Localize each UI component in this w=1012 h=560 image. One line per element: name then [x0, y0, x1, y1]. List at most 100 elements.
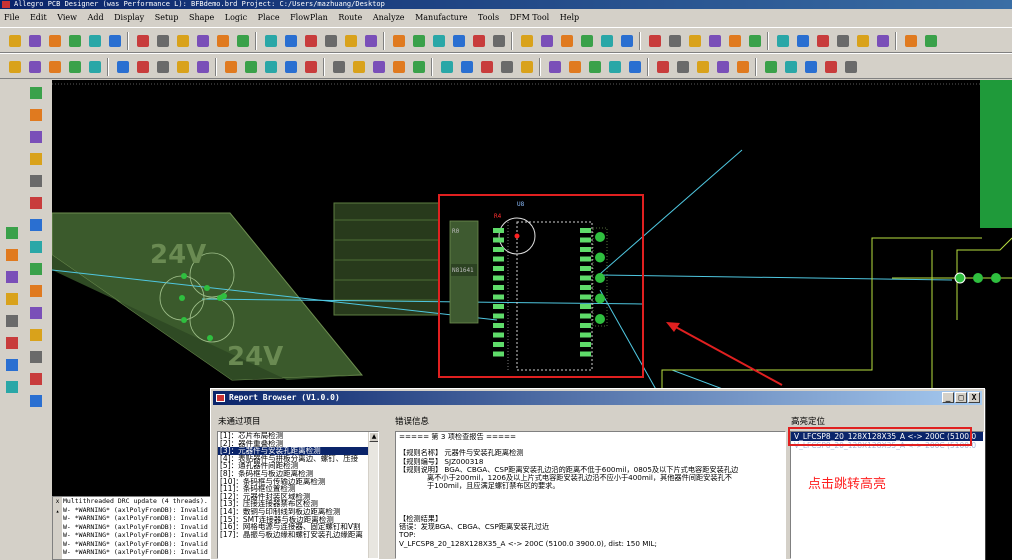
menu-help[interactable]: Help: [556, 10, 583, 26]
check-item[interactable]: [10]：条码框与传输边距离检测: [218, 478, 378, 486]
left-toolbar-b-button-9[interactable]: [27, 260, 45, 278]
main-toolbar-button-7[interactable]: [133, 31, 151, 49]
menu-dfm-tool[interactable]: DFM Tool: [506, 10, 554, 26]
secondary-toolbar-button-34[interactable]: [713, 57, 731, 75]
secondary-toolbar-button-17[interactable]: [349, 57, 367, 75]
left-toolbar-b-button-11[interactable]: [27, 304, 45, 322]
secondary-toolbar-button-4[interactable]: [65, 57, 83, 75]
main-toolbar-button-11[interactable]: [213, 31, 231, 49]
secondary-toolbar-button-32[interactable]: [673, 57, 691, 75]
close-button[interactable]: X: [968, 392, 980, 403]
check-item[interactable]: [12]：元器件封装区域检测: [218, 493, 378, 501]
left-toolbar-a-button-6[interactable]: [3, 334, 21, 352]
console-controls[interactable]: x ▴: [53, 497, 62, 559]
secondary-toolbar-button-36[interactable]: [761, 57, 779, 75]
menu-add[interactable]: Add: [84, 10, 108, 26]
minimize-button[interactable]: _: [942, 392, 954, 403]
main-toolbar-button-25[interactable]: [517, 31, 535, 49]
secondary-toolbar-button-38[interactable]: [801, 57, 819, 75]
check-item[interactable]: [1]：芯片布局检测: [218, 432, 378, 440]
secondary-toolbar-button-25[interactable]: [517, 57, 535, 75]
left-toolbar-b-button-2[interactable]: [27, 106, 45, 124]
secondary-toolbar-button-31[interactable]: [653, 57, 671, 75]
menu-setup[interactable]: Setup: [151, 10, 183, 26]
secondary-toolbar-button-28[interactable]: [585, 57, 603, 75]
main-toolbar-button-29[interactable]: [597, 31, 615, 49]
check-item[interactable]: [14]：敷铜与印制线到板边距离检测: [218, 508, 378, 516]
menu-view[interactable]: View: [53, 10, 81, 26]
secondary-toolbar-button-20[interactable]: [409, 57, 427, 75]
main-toolbar-button-39[interactable]: [813, 31, 831, 49]
check-item[interactable]: [3]：元器件与安装孔距离检测: [218, 447, 378, 455]
main-toolbar-button-42[interactable]: [873, 31, 891, 49]
secondary-toolbar-button-11[interactable]: [221, 57, 239, 75]
menu-shape[interactable]: Shape: [185, 10, 218, 26]
left-toolbar-b-button-5[interactable]: [27, 172, 45, 190]
main-toolbar-button-34[interactable]: [705, 31, 723, 49]
main-toolbar-button-18[interactable]: [361, 31, 379, 49]
left-toolbar-b-button-12[interactable]: [27, 326, 45, 344]
main-toolbar-button-13[interactable]: [261, 31, 279, 49]
main-toolbar-button-28[interactable]: [577, 31, 595, 49]
main-toolbar-button-20[interactable]: [409, 31, 427, 49]
list-scrollbar[interactable]: ▲: [368, 432, 378, 558]
main-toolbar-button-8[interactable]: [153, 31, 171, 49]
menu-file[interactable]: File: [0, 10, 23, 26]
menu-place[interactable]: Place: [254, 10, 284, 26]
secondary-toolbar-button-35[interactable]: [733, 57, 751, 75]
left-toolbar-b-button-15[interactable]: [27, 392, 45, 410]
main-toolbar-button-26[interactable]: [537, 31, 555, 49]
check-item[interactable]: [8]：条码框与板边距离检测: [218, 470, 378, 478]
main-toolbar-button-23[interactable]: [469, 31, 487, 49]
left-toolbar-a-button-7[interactable]: [3, 356, 21, 374]
secondary-toolbar-button-16[interactable]: [329, 57, 347, 75]
highlight-list[interactable]: V_LFCSP8_20_128X128X35_A <-> 200C (5100.…: [790, 431, 984, 559]
menu-route[interactable]: Route: [334, 10, 366, 26]
menu-tools[interactable]: Tools: [474, 10, 503, 26]
left-toolbar-a-button-4[interactable]: [3, 290, 21, 308]
left-toolbar-a-button-3[interactable]: [3, 268, 21, 286]
main-toolbar-button-22[interactable]: [449, 31, 467, 49]
main-toolbar-button-15[interactable]: [301, 31, 319, 49]
check-item[interactable]: [11]：条码框位置检测: [218, 485, 378, 493]
check-item[interactable]: [16]：网格电源与连接器、固定螺钉和V割: [218, 523, 378, 531]
secondary-toolbar-button-40[interactable]: [841, 57, 859, 75]
menu-flowplan[interactable]: FlowPlan: [286, 10, 332, 26]
secondary-toolbar-button-22[interactable]: [457, 57, 475, 75]
secondary-toolbar-button-37[interactable]: [781, 57, 799, 75]
secondary-toolbar-button-8[interactable]: [153, 57, 171, 75]
main-toolbar-button-32[interactable]: [665, 31, 683, 49]
left-toolbar-b-button-7[interactable]: [27, 216, 45, 234]
main-toolbar-button-19[interactable]: [389, 31, 407, 49]
main-toolbar-button-17[interactable]: [341, 31, 359, 49]
main-toolbar-button-33[interactable]: [685, 31, 703, 49]
main-toolbar-button-31[interactable]: [645, 31, 663, 49]
secondary-toolbar-button-19[interactable]: [389, 57, 407, 75]
secondary-toolbar-button-10[interactable]: [193, 57, 211, 75]
left-toolbar-a-button-2[interactable]: [3, 246, 21, 264]
check-item[interactable]: [17]：晶振与板边缘和螺钉安装孔边缘距离: [218, 531, 378, 539]
menu-edit[interactable]: Edit: [26, 10, 51, 26]
main-toolbar-button-10[interactable]: [193, 31, 211, 49]
secondary-toolbar-button-6[interactable]: [113, 57, 131, 75]
failed-items-list[interactable]: ▲ [1]：芯片布局检测 [2]：器件重叠检测 [3]：元器件与安装孔距离检测 [4]…: [217, 431, 379, 559]
menu-logic[interactable]: Logic: [221, 10, 251, 26]
main-toolbar-button-3[interactable]: [45, 31, 63, 49]
report-browser-title-bar[interactable]: Report Browser (V1.0.0) _ □ X: [213, 391, 982, 405]
main-toolbar-button-30[interactable]: [617, 31, 635, 49]
check-item[interactable]: [4]：表贴器件与拼板分离边、螺钉、压接: [218, 455, 378, 463]
main-toolbar-button-4[interactable]: [65, 31, 83, 49]
secondary-toolbar-button-9[interactable]: [173, 57, 191, 75]
main-toolbar-button-36[interactable]: [745, 31, 763, 49]
secondary-toolbar-button-33[interactable]: [693, 57, 711, 75]
check-item[interactable]: [5]：通孔器件间距检测: [218, 462, 378, 470]
secondary-toolbar-button-18[interactable]: [369, 57, 387, 75]
main-toolbar-button-5[interactable]: [85, 31, 103, 49]
secondary-toolbar-button-23[interactable]: [477, 57, 495, 75]
secondary-toolbar-button-39[interactable]: [821, 57, 839, 75]
main-toolbar-button-14[interactable]: [281, 31, 299, 49]
left-toolbar-b-button-4[interactable]: [27, 150, 45, 168]
main-toolbar-button-9[interactable]: [173, 31, 191, 49]
main-toolbar-button-1[interactable]: [5, 31, 23, 49]
main-toolbar-button-24[interactable]: [489, 31, 507, 49]
